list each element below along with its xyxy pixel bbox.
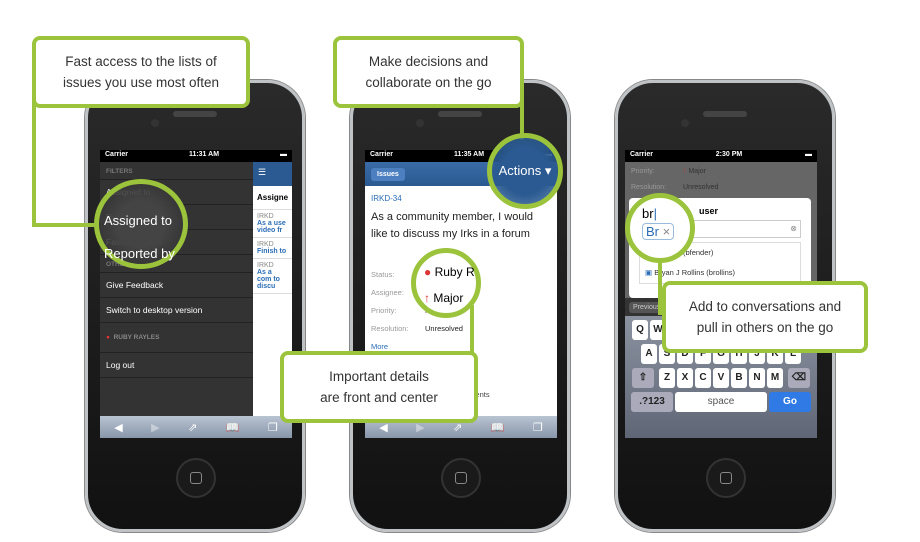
connector-line	[32, 223, 96, 227]
home-button[interactable]	[441, 458, 481, 498]
key-n[interactable]: N	[749, 368, 765, 388]
connector-line	[470, 305, 474, 355]
time: 2:30 PM	[715, 151, 743, 158]
menu-desktop-version[interactable]: Switch to desktop version	[100, 298, 253, 323]
speaker	[173, 111, 217, 117]
issue-row[interactable]: IRKD As a com to discu	[253, 259, 292, 294]
key-a[interactable]: A	[641, 344, 657, 364]
issue-summary: As a community member, I would like to d…	[371, 211, 534, 240]
suggestion-item[interactable]: ▣ Bryan J Rollins (brollins)	[645, 263, 800, 283]
resolution-value: Unresolved	[425, 324, 463, 333]
forward-icon[interactable]: ▶	[151, 421, 159, 434]
issue-row[interactable]: IRKD As a use video fr	[253, 210, 292, 238]
issues-back-button[interactable]: Issues	[371, 167, 405, 181]
callout-actions: Make decisions and collaborate on the go	[333, 36, 524, 108]
carrier: Carrier	[105, 151, 128, 158]
battery-icon: ▬	[805, 151, 812, 158]
zoom-circle-actions: Actions ▾	[487, 133, 563, 209]
zoom-circle-user-input: br| Br ×	[625, 193, 695, 263]
carrier: Carrier	[630, 151, 653, 158]
time: 11:31 AM	[188, 151, 220, 158]
issue-row[interactable]: IRKD Finish to	[253, 238, 292, 259]
zoom-circle-details: ● Ruby R ↑ Major	[411, 248, 481, 318]
more-link[interactable]: More	[371, 342, 388, 351]
camera	[681, 119, 689, 127]
delete-key[interactable]: ⌫	[788, 368, 810, 388]
callout-add-user: Add to conversations and pull in others o…	[662, 281, 868, 353]
hamburger-icon[interactable]: ☰	[253, 162, 292, 186]
tabs-icon[interactable]: ❐	[268, 421, 278, 434]
menu-log-out[interactable]: Log out	[100, 353, 253, 378]
tabs-icon[interactable]: ❐	[533, 421, 543, 434]
browser-toolbar: ◀ ▶ ⇗ 📖 ❐	[100, 416, 292, 438]
battery-icon: ▬	[280, 151, 287, 158]
user-name: RUBY RAYLES	[113, 334, 160, 341]
camera	[151, 119, 159, 127]
bookmarks-icon[interactable]: 📖	[491, 421, 505, 434]
menu-give-feedback[interactable]: Give Feedback	[100, 273, 253, 298]
bookmarks-icon[interactable]: 📖	[226, 421, 240, 434]
speaker	[703, 111, 747, 117]
avatar: ●	[106, 334, 110, 341]
space-key[interactable]: space	[675, 392, 767, 412]
speaker	[438, 111, 482, 117]
connector-line	[32, 100, 36, 227]
go-key[interactable]: Go	[769, 392, 811, 412]
home-button[interactable]	[706, 458, 746, 498]
key-b[interactable]: B	[731, 368, 747, 388]
shift-key[interactable]: ⇧	[632, 368, 654, 388]
key-x[interactable]: X	[677, 368, 693, 388]
user-row[interactable]: ● RUBY RAYLES	[100, 323, 253, 353]
callout-filters: Fast access to the lists of issues you us…	[32, 36, 250, 108]
filters-header: FILTERS	[100, 162, 253, 180]
numbers-key[interactable]: .?123	[631, 392, 673, 412]
key-c[interactable]: C	[695, 368, 711, 388]
home-button[interactable]	[176, 458, 216, 498]
key-q[interactable]: Q	[632, 320, 648, 340]
clear-icon: ⊗	[790, 224, 797, 233]
key-z[interactable]: Z	[659, 368, 675, 388]
key-v[interactable]: V	[713, 368, 729, 388]
carrier: Carrier	[370, 151, 393, 158]
share-icon[interactable]: ⇗	[188, 421, 197, 434]
time: 11:35 AM	[453, 151, 485, 158]
panel-header: Assigne	[253, 186, 292, 210]
camera	[416, 119, 424, 127]
zoom-circle-filters: Assigned to Reported by	[94, 179, 188, 269]
callout-details: Important details are front and center	[280, 351, 478, 423]
phone-1: Carrier11:31 AM▬ FILTERS Assigned to Rep…	[85, 80, 305, 532]
back-icon[interactable]: ◀	[114, 421, 122, 434]
key-m[interactable]: M	[767, 368, 783, 388]
